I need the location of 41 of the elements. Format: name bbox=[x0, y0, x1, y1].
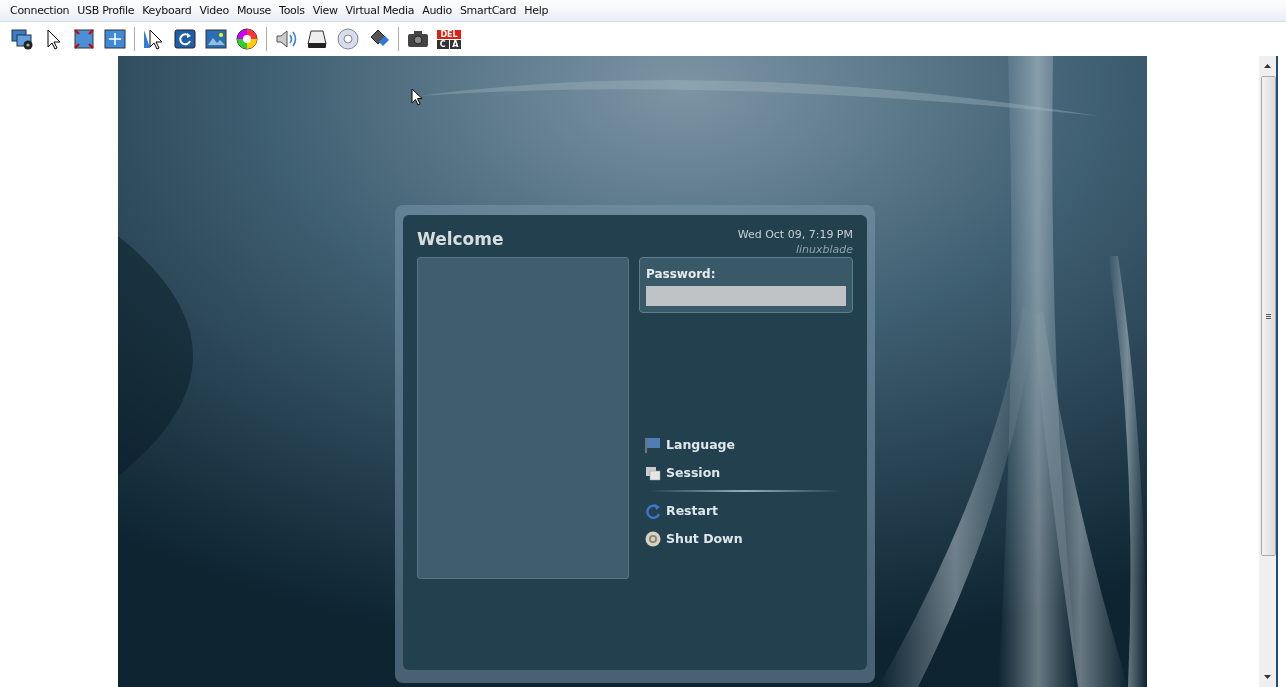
menu-option[interactable]: Language bbox=[645, 431, 853, 459]
refresh-icon bbox=[173, 27, 197, 51]
password-field[interactable] bbox=[646, 286, 846, 306]
menu-item[interactable]: USB Profile bbox=[73, 0, 139, 21]
scrollbar[interactable] bbox=[1259, 56, 1276, 687]
menu-item[interactable]: Video bbox=[195, 0, 233, 21]
power-icon bbox=[645, 531, 661, 547]
monitor-gear-icon bbox=[10, 27, 34, 51]
menu-item[interactable]: Tools bbox=[275, 0, 309, 21]
scroll-down-icon[interactable] bbox=[1264, 675, 1271, 679]
windows-icon bbox=[645, 465, 661, 481]
speaker-icon bbox=[274, 27, 298, 51]
menu-item[interactable]: Virtual Media bbox=[341, 0, 419, 21]
drive-icon bbox=[305, 27, 329, 51]
menu-item[interactable]: SmartCard bbox=[455, 0, 521, 21]
menu-item[interactable]: Mouse bbox=[232, 0, 276, 21]
flag-icon bbox=[645, 437, 661, 453]
image-icon bbox=[204, 27, 228, 51]
menu-option[interactable]: Shut Down bbox=[645, 525, 853, 553]
menu-item[interactable]: Keyboard bbox=[138, 0, 196, 21]
color-wheel-button[interactable] bbox=[233, 25, 261, 53]
menu-item[interactable]: Connection bbox=[6, 0, 74, 21]
grip-icon bbox=[1266, 313, 1271, 319]
refresh-icon bbox=[645, 503, 661, 519]
menu-item[interactable]: Audio bbox=[418, 0, 456, 21]
menu-option[interactable]: Session bbox=[645, 459, 853, 487]
color-wheel-icon bbox=[235, 27, 259, 51]
fullscreen-icon bbox=[72, 27, 96, 51]
fit-window-icon bbox=[103, 27, 127, 51]
disc-icon bbox=[336, 27, 360, 51]
scroll-up-icon[interactable] bbox=[1264, 64, 1271, 68]
login-title: Welcome bbox=[417, 228, 504, 251]
host-name: linuxblade bbox=[794, 242, 853, 257]
menu-item[interactable]: View bbox=[308, 0, 342, 21]
menu-option[interactable]: Restart bbox=[645, 497, 853, 525]
menu-item[interactable]: Help bbox=[520, 0, 553, 21]
ctrl-alt-del-button[interactable]: DEL C A bbox=[435, 25, 463, 53]
mouse-pointer-icon bbox=[411, 87, 423, 106]
password-label: Password: bbox=[646, 266, 717, 283]
scrollbar-thumb[interactable] bbox=[1261, 76, 1276, 556]
date-time: Wed Oct 09, 7:19 PM bbox=[737, 227, 853, 242]
